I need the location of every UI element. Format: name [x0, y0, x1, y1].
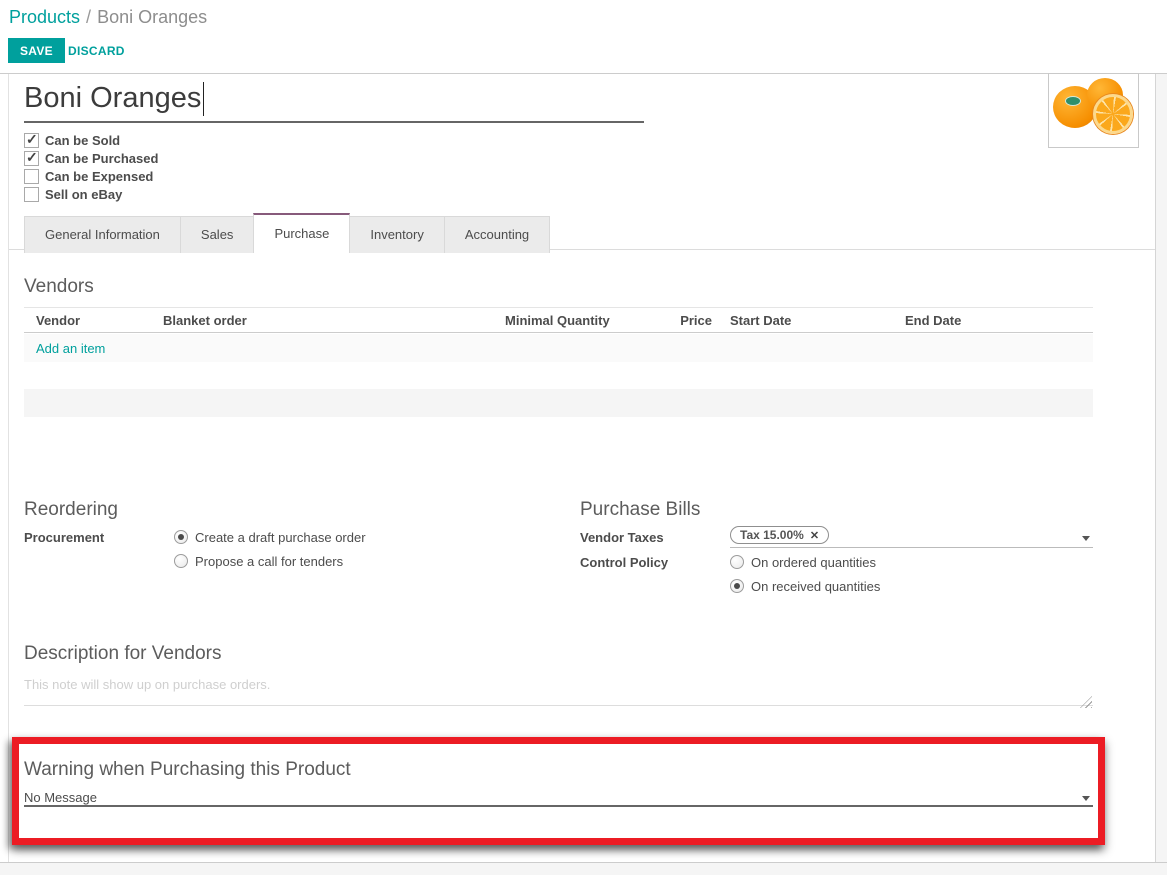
text-cursor: [203, 82, 204, 116]
vendors-table-add-row: Add an item: [24, 334, 1093, 362]
column-header-end-date: End Date: [905, 313, 961, 328]
product-name-field[interactable]: Boni Oranges: [24, 82, 204, 116]
vendor-taxes-field[interactable]: Tax 15.00% ✕: [730, 526, 1093, 548]
breadcrumb-separator: /: [86, 7, 91, 27]
on-ordered-quantities-label: On ordered quantities: [751, 555, 876, 570]
reordering-section-title: Reordering: [24, 499, 118, 521]
discard-button[interactable]: DISCARD: [68, 44, 125, 58]
on-received-quantities-label: On received quantities: [751, 579, 880, 594]
vendors-table-footer-bar: [24, 389, 1093, 417]
on-received-quantities-radio[interactable]: [730, 579, 744, 593]
vendors-table-header: Vendor Blanket order Minimal Quantity Pr…: [24, 307, 1093, 333]
can-be-sold-checkbox[interactable]: [24, 133, 39, 148]
draft-po-radio-label: Create a draft purchase order: [195, 530, 366, 545]
tax-tag: Tax 15.00% ✕: [730, 526, 829, 544]
breadcrumb-products-link[interactable]: Products: [9, 7, 80, 27]
can-be-expensed-checkbox[interactable]: [24, 169, 39, 184]
checkbox-row-can-be-expensed: Can be Expensed: [24, 168, 153, 184]
orange-sticker: [1065, 96, 1081, 106]
warning-section-title: Warning when Purchasing this Product: [24, 759, 351, 781]
on-ordered-quantities-radio[interactable]: [730, 555, 744, 569]
breadcrumb-current: Boni Oranges: [97, 7, 207, 27]
warning-select-value[interactable]: No Message: [24, 790, 97, 805]
column-header-minimal-quantity: Minimal Quantity: [505, 313, 610, 328]
control-policy-option-received: On received quantities: [730, 578, 880, 594]
column-header-start-date: Start Date: [730, 313, 791, 328]
tab-purchase[interactable]: Purchase: [253, 213, 350, 253]
tax-tag-label: Tax 15.00%: [740, 528, 804, 542]
product-name-input[interactable]: Boni Oranges: [24, 82, 201, 115]
add-an-item-link[interactable]: Add an item: [36, 341, 105, 356]
sell-on-ebay-label: Sell on eBay: [45, 187, 122, 202]
checkbox-row-can-be-purchased: Can be Purchased: [24, 150, 158, 166]
notebook-tabs: General Information Sales Purchase Inven…: [24, 213, 550, 253]
warning-select-underline: [24, 805, 1093, 807]
tab-inventory[interactable]: Inventory: [349, 216, 444, 253]
can-be-expensed-label: Can be Expensed: [45, 169, 153, 184]
call-for-tenders-radio[interactable]: [174, 554, 188, 568]
checkbox-row-sell-on-ebay: Sell on eBay: [24, 186, 122, 202]
warning-chevron-down-icon[interactable]: [1082, 796, 1090, 801]
orange-half-photo-part: [1093, 94, 1133, 134]
product-form-page: Products / Boni Oranges SAVE DISCARD Boni …: [0, 0, 1167, 875]
checkbox-row-can-be-sold: Can be Sold: [24, 132, 120, 148]
vendors-section-title: Vendors: [24, 276, 94, 298]
tab-accounting[interactable]: Accounting: [444, 216, 550, 253]
remove-tag-icon[interactable]: ✕: [810, 529, 819, 542]
product-name-underline: [24, 121, 644, 123]
tab-general-information[interactable]: General Information: [24, 216, 181, 253]
sell-on-ebay-checkbox[interactable]: [24, 187, 39, 202]
sheet-right-margin: [1155, 74, 1167, 875]
form-sheet: [8, 74, 1155, 862]
can-be-sold-label: Can be Sold: [45, 133, 120, 148]
vendor-taxes-label: Vendor Taxes: [580, 530, 664, 545]
description-placeholder: This note will show up on purchase order…: [24, 677, 270, 692]
column-header-price: Price: [624, 313, 712, 328]
tab-sales[interactable]: Sales: [180, 216, 255, 253]
can-be-purchased-label: Can be Purchased: [45, 151, 158, 166]
column-header-vendor: Vendor: [36, 313, 80, 328]
procurement-option-call-for-tenders: Propose a call for tenders: [174, 553, 343, 569]
control-policy-option-ordered: On ordered quantities: [730, 554, 876, 570]
breadcrumb: Products / Boni Oranges: [9, 7, 207, 28]
can-be-purchased-checkbox[interactable]: [24, 151, 39, 166]
vendor-taxes-chevron-down-icon[interactable]: [1082, 536, 1090, 541]
procurement-option-draft-po: Create a draft purchase order: [174, 529, 366, 545]
column-header-blanket-order: Blanket order: [163, 313, 247, 328]
draft-po-radio[interactable]: [174, 530, 188, 544]
control-policy-label: Control Policy: [580, 555, 668, 570]
purchase-bills-section-title: Purchase Bills: [580, 499, 700, 521]
call-for-tenders-radio-label: Propose a call for tenders: [195, 554, 343, 569]
procurement-label: Procurement: [24, 530, 104, 545]
sheet-bottom-margin: [0, 862, 1167, 875]
save-button[interactable]: SAVE: [8, 38, 65, 63]
product-image[interactable]: [1048, 73, 1139, 148]
